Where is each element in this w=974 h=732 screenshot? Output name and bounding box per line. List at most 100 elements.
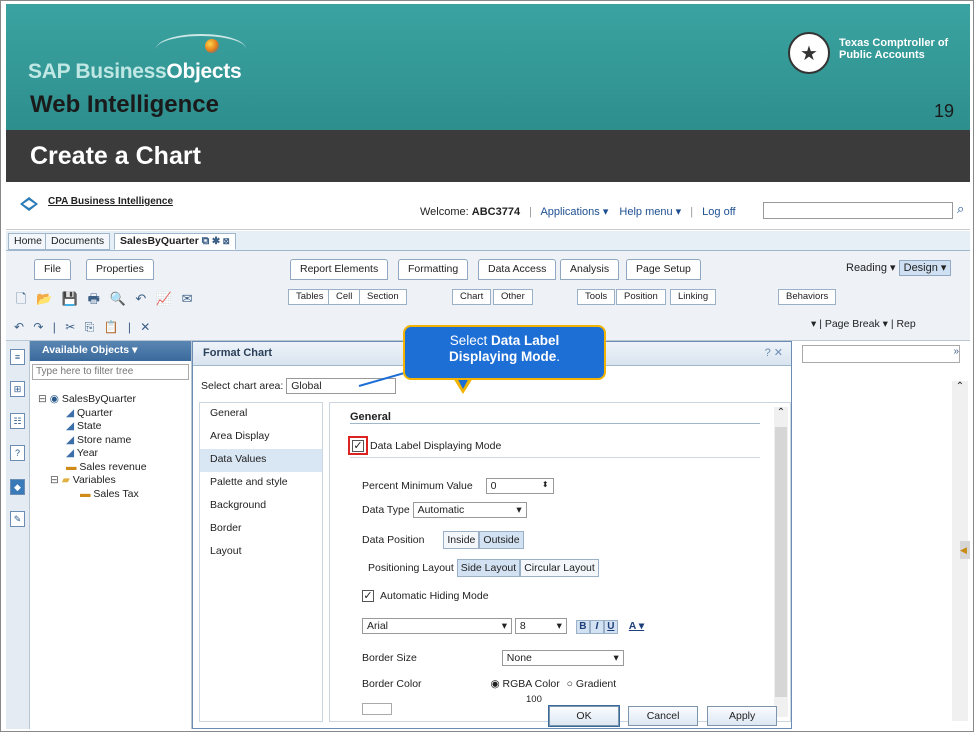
sap-logo-icon (205, 39, 219, 53)
subtab-behaviors[interactable]: Behaviors (778, 289, 837, 305)
subtab-cell[interactable]: Cell (328, 289, 361, 305)
subtab-tools[interactable]: Tools (577, 289, 616, 305)
border-size-select[interactable]: None ▾ (501, 650, 624, 666)
log-off-link[interactable]: Log off (702, 206, 735, 218)
content-scrollbar[interactable]: ⌃ (774, 407, 788, 717)
app-name-link[interactable]: CPA Business Intelligence (48, 196, 173, 207)
font-size-select[interactable]: 8 ▾ (514, 618, 567, 634)
page-break-button[interactable]: Page Break ▾ (825, 318, 888, 330)
search-icon[interactable]: ⌕ (957, 201, 964, 217)
pin-icon[interactable]: ✱ (212, 235, 220, 247)
subtab-section[interactable]: Section (359, 289, 407, 305)
data-label-mode-row: ✓ Data Label Displaying Mode (352, 440, 502, 453)
tab-data-access[interactable]: Data Access (478, 259, 557, 280)
tree-item[interactable]: ⊟ ◉ SalesByQuarter (38, 393, 147, 407)
applications-menu[interactable]: Applications ▾ (540, 206, 608, 218)
document-tabs: Home Documents SalesByQuarter ⧉ ✱ ⊠ (6, 231, 970, 251)
data-type-select[interactable]: Automatic ▾ (412, 502, 527, 518)
subtab-linking[interactable]: Linking (670, 289, 717, 305)
reading-button[interactable]: Reading ▾ (846, 262, 896, 274)
subtab-tables[interactable]: Tables (288, 289, 332, 305)
structure-icon[interactable]: ⊞ (10, 381, 25, 397)
cancel-button[interactable]: Cancel (628, 706, 699, 726)
design-button[interactable]: Design ▾ (898, 260, 952, 276)
layout-side[interactable]: Side Layout (456, 559, 521, 577)
tab-report-elements[interactable]: Report Elements (290, 259, 389, 280)
filter-icon[interactable]: ☷ (10, 413, 25, 429)
file-tool-icons[interactable]: 🗋 📂 💾 🖶 🔍 ↶ 📈 ✉ (16, 290, 196, 312)
tab-properties[interactable]: Properties (86, 259, 154, 280)
scroll-up-icon[interactable]: ⌃ (774, 407, 788, 418)
help-icon[interactable]: ? (765, 347, 771, 359)
objects-icon[interactable]: ◆ (10, 479, 25, 495)
dialog-nav: General Area Display Data Values Palette… (199, 402, 323, 722)
data-label-mode-checkbox[interactable]: ✓ (352, 440, 364, 453)
layout-circular[interactable]: Circular Layout (520, 559, 599, 577)
percent-min-stepper[interactable]: 0 ⬍ (485, 478, 554, 494)
underline-button[interactable]: U (603, 619, 618, 634)
gradient-radio[interactable]: ○ Gradient (567, 678, 617, 690)
tab-salesbyquarter[interactable]: SalesByQuarter ⧉ ✱ ⊠ (114, 233, 236, 250)
subtab-chart[interactable]: Chart (452, 289, 492, 305)
nav-area-display[interactable]: Area Display (200, 426, 322, 449)
tab-documents[interactable]: Documents (45, 233, 111, 250)
slide-title: Create a Chart (30, 142, 201, 170)
tree-item[interactable]: ▬ Sales revenue (38, 461, 147, 475)
dimension-icon: ◢ (66, 420, 75, 432)
nav-data-values[interactable]: Data Values (200, 449, 322, 472)
color-swatch[interactable] (362, 703, 392, 715)
query-icon[interactable]: ? (10, 445, 25, 461)
subtab-position[interactable]: Position (616, 289, 666, 305)
tab-page-setup[interactable]: Page Setup (626, 259, 701, 280)
help-menu[interactable]: Help menu ▾ (619, 206, 681, 218)
search-input[interactable] (763, 202, 953, 219)
tree-item[interactable]: ◢ Year (38, 447, 147, 461)
tab-file[interactable]: File (34, 259, 71, 280)
nav-border[interactable]: Border (200, 518, 322, 541)
tab-formatting[interactable]: Formatting (398, 259, 469, 280)
dropdown-icon[interactable]: ▾ (811, 318, 816, 330)
document-icon[interactable]: ≡ (10, 349, 25, 365)
auto-hiding-checkbox[interactable]: ✓ (362, 590, 374, 603)
nav-palette-and-style[interactable]: Palette and style (200, 472, 322, 495)
rgba-radio[interactable]: ◉ RGBA Color (490, 678, 559, 690)
position-inside[interactable]: Inside (443, 531, 480, 549)
font-color-button[interactable]: A ▾ (629, 620, 644, 632)
panel-toggle-icon[interactable]: ◀ (960, 541, 970, 559)
nav-general[interactable]: General (200, 403, 322, 426)
section-title: General (350, 411, 391, 423)
italic-button[interactable]: I (589, 619, 604, 634)
close-icon[interactable]: ⊠ (223, 235, 230, 247)
edit-icon[interactable]: ✎ (10, 511, 25, 527)
scroll-up-icon[interactable]: ⌃ (952, 381, 968, 392)
font-family-select[interactable]: Arial ▾ (362, 618, 512, 634)
bold-button[interactable]: B (575, 619, 590, 634)
slide: SAP BusinessObjects Web Intelligence ★ T… (0, 0, 974, 732)
edit-tool-icons[interactable]: ↶ ↷ | ✂ ⎘ 📋 | ✕ (14, 320, 153, 335)
ok-button[interactable]: OK (548, 705, 620, 727)
sap-businessobjects-logo: SAP BusinessObjects (28, 60, 242, 83)
dimension-icon: ◢ (66, 433, 75, 446)
tab-analysis[interactable]: Analysis (560, 259, 620, 280)
data-type-row: Data Type Automatic ▾ (362, 502, 527, 518)
available-objects-header[interactable]: Available Objects ▾ (30, 341, 191, 361)
position-outside[interactable]: Outside (479, 531, 524, 549)
tree-item[interactable]: ◢ State (38, 420, 147, 434)
tree-item[interactable]: ▬ Sales Tax (38, 488, 147, 502)
subtab-other[interactable]: Other (493, 289, 533, 305)
tab-home[interactable]: Home (8, 233, 49, 250)
nav-layout[interactable]: Layout (200, 541, 322, 564)
rep-button[interactable]: Rep (896, 318, 915, 330)
scroll-thumb[interactable] (775, 427, 787, 697)
tree-item[interactable]: ◢ Store name (38, 434, 147, 448)
formula-bar[interactable]: » (802, 345, 960, 363)
apply-button[interactable]: Apply (707, 706, 778, 726)
positioning-layout-row: Positioning Layout Side Layout Circular L… (368, 559, 599, 577)
application-screenshot: CPA Business Intelligence Welcome: ABC37… (6, 185, 970, 729)
close-icon[interactable]: ✕ (774, 347, 783, 359)
popout-icon[interactable]: ⧉ (202, 235, 210, 247)
nav-background[interactable]: Background (200, 495, 322, 518)
tree-item[interactable]: ⊟ ▰ Variables (38, 474, 147, 488)
filter-tree-input[interactable]: Type here to filter tree (32, 364, 189, 380)
tree-item[interactable]: ◢ Quarter (38, 407, 147, 421)
